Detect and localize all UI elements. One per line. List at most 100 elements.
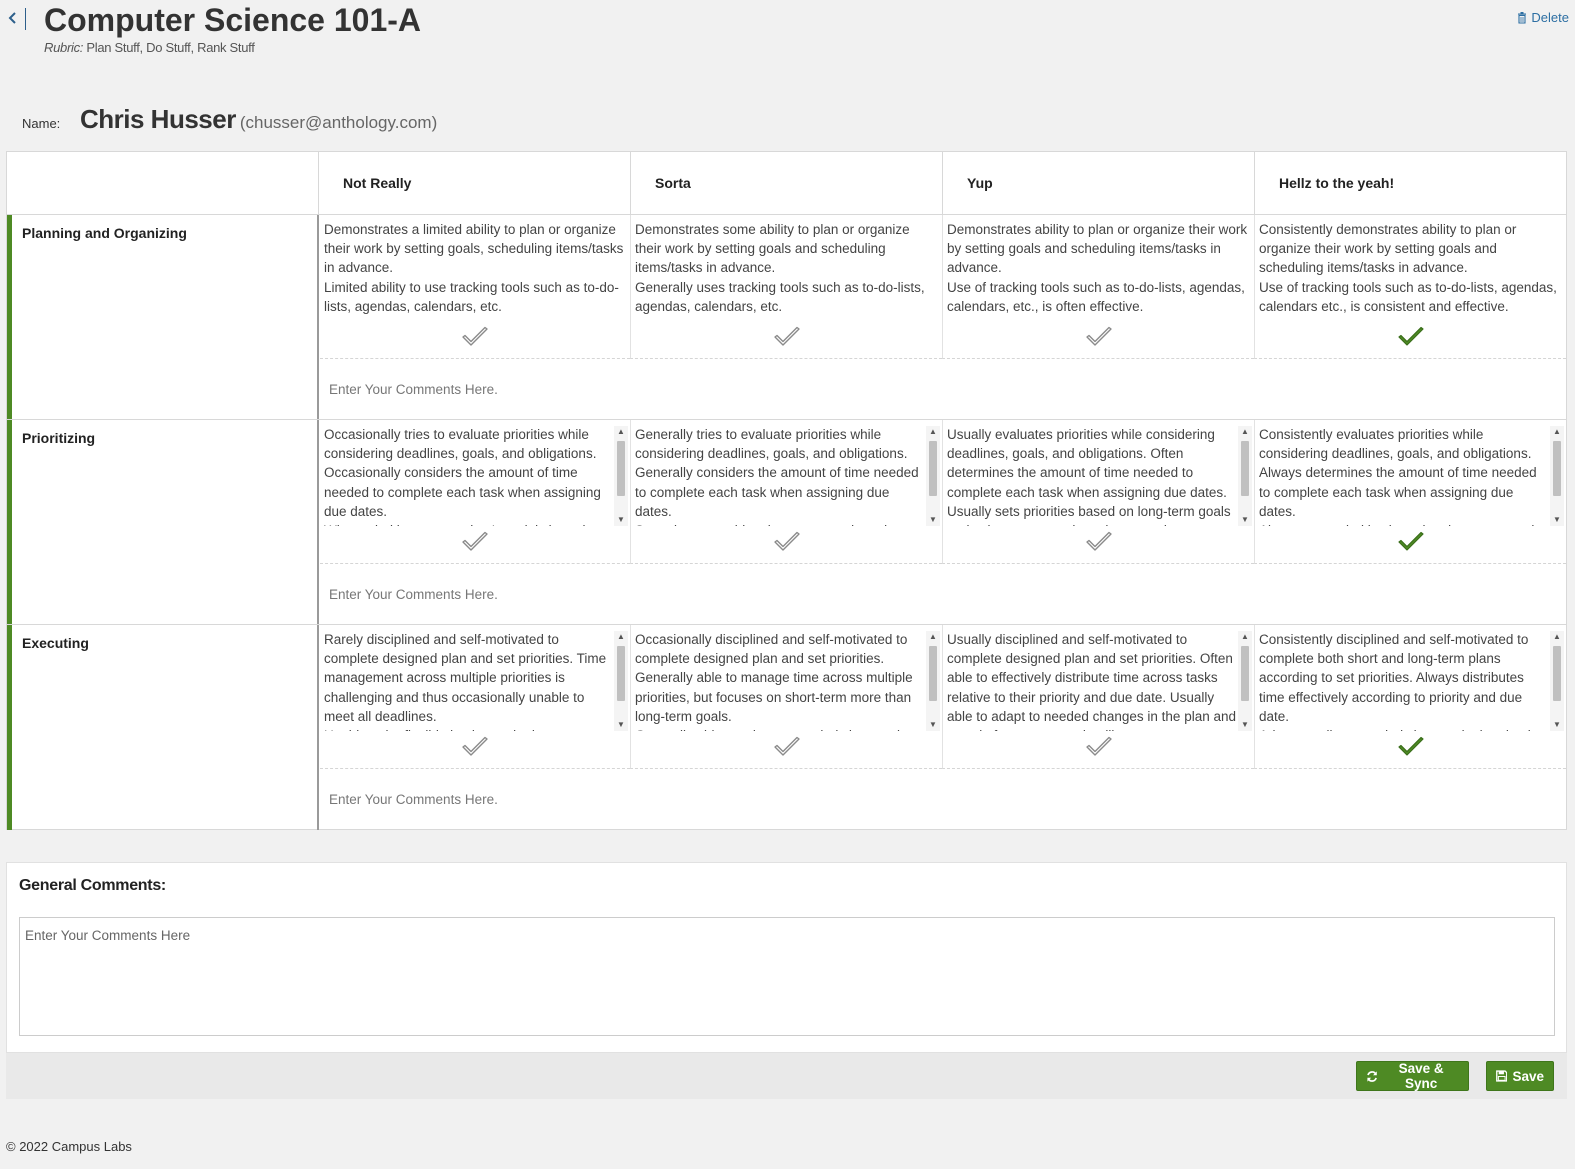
criterion-row: Prioritizing Occasionally tries to evalua… [7,420,1566,625]
scroll-down-arrow-icon[interactable]: ▼ [1238,719,1252,731]
checkmark-selected-icon[interactable] [1397,531,1425,553]
scroll-up-arrow-icon[interactable]: ▲ [1238,426,1252,438]
checkmark-icon[interactable] [773,326,801,348]
level-cell[interactable]: Demonstrates ability to plan or organize… [942,215,1254,359]
checkmark-icon[interactable] [773,531,801,553]
general-comments-title: General Comments: [19,877,166,894]
checkmark-icon[interactable] [773,736,801,758]
rubric-header-row: Not Really Sorta Yup Hellz to the yeah! [7,152,1566,215]
description-paragraph: Unable to be flexible in plan and adapt … [324,726,612,731]
delete-button[interactable]: Delete [1517,10,1569,25]
level-cell[interactable]: Consistently disciplined and self-motiva… [1254,625,1566,769]
level-description: Usually disciplined and self-motivated t… [947,630,1236,731]
scroll-down-arrow-icon[interactable]: ▼ [614,719,628,731]
level-description: Demonstrates some ability to plan or org… [635,220,938,320]
level-cell[interactable]: Usually evaluates priorities while consi… [942,420,1254,564]
description-paragraph: Adapts easily to needed changes in the p… [1259,726,1548,731]
description-scrollbar[interactable]: ▲ ▼ [614,426,628,526]
criterion-comment-input[interactable] [319,359,1566,419]
description-paragraph: Demonstrates a limited ability to plan o… [324,222,624,276]
checkmark-icon[interactable] [461,531,489,553]
checkmark-selected-icon[interactable] [1397,736,1425,758]
chevron-left-icon [8,12,16,24]
level-cell[interactable]: Demonstrates a limited ability to plan o… [320,215,630,359]
scroll-down-arrow-icon[interactable]: ▼ [926,719,940,731]
description-scrollbar[interactable]: ▲ ▼ [1238,631,1252,731]
scroll-up-arrow-icon[interactable]: ▲ [1238,631,1252,643]
description-paragraph: Generally able to adapt to needed change… [635,726,924,731]
back-button[interactable] [8,8,26,30]
description-scrollbar[interactable]: ▲ ▼ [926,426,940,526]
level-cell[interactable]: Demonstrates some ability to plan or org… [630,215,942,359]
scroll-thumb[interactable] [929,646,937,701]
description-paragraph: Consistently disciplined and self-motiva… [1259,632,1529,724]
scroll-up-arrow-icon[interactable]: ▲ [926,631,940,643]
description-paragraph: When priorities are set, they're solely … [324,521,612,526]
scroll-down-arrow-icon[interactable]: ▼ [1550,514,1564,526]
student-email: (chusser@anthology.com) [239,113,438,132]
scroll-up-arrow-icon[interactable]: ▲ [1550,631,1564,643]
general-comments-input[interactable] [19,917,1555,1036]
description-paragraph: Demonstrates some ability to plan or org… [635,222,910,276]
level-header: Hellz to the yeah! [1254,152,1566,215]
checkmark-icon[interactable] [1085,326,1113,348]
save-button[interactable]: Save [1486,1061,1554,1091]
scroll-up-arrow-icon[interactable]: ▲ [614,426,628,438]
level-cell[interactable]: Usually disciplined and self-motivated t… [942,625,1254,769]
description-scrollbar[interactable]: ▲ ▼ [1550,426,1564,526]
scroll-up-arrow-icon[interactable]: ▲ [614,631,628,643]
level-cell[interactable]: Consistently demonstrates ability to pla… [1254,215,1566,359]
scroll-thumb[interactable] [617,646,625,701]
checkmark-icon[interactable] [1085,531,1113,553]
student-name: Chris Husser [80,104,236,134]
criterion-comment-input[interactable] [319,564,1566,624]
checkmark-icon[interactable] [461,736,489,758]
scroll-thumb[interactable] [929,441,937,496]
rubric-grid: Not Really Sorta Yup Hellz to the yeah! … [6,151,1567,830]
student-name-row: Name: Chris Husser (chusser@anthology.co… [22,104,437,140]
scroll-thumb[interactable] [1241,441,1249,496]
checkmark-icon[interactable] [1085,736,1113,758]
description-paragraph: Generally tries to evaluate priorities w… [635,427,919,519]
level-cell[interactable]: Consistently evaluates priorities while … [1254,420,1566,564]
description-paragraph: Limited ability to use tracking tools su… [324,279,619,314]
scroll-down-arrow-icon[interactable]: ▼ [614,514,628,526]
level-description: Occasionally disciplined and self-motiva… [635,630,924,731]
level-description: Demonstrates ability to plan or organize… [947,220,1250,320]
level-cell[interactable]: Rarely disciplined and self-motivated to… [320,625,630,769]
save-label: Save [1512,1068,1544,1084]
checkmark-icon[interactable] [461,326,489,348]
description-scrollbar[interactable]: ▲ ▼ [1550,631,1564,731]
scroll-thumb[interactable] [1553,441,1561,496]
trash-icon [1518,11,1527,24]
rubric-name: Plan Stuff, Do Stuff, Rank Stuff [86,40,255,55]
description-scrollbar[interactable]: ▲ ▼ [926,631,940,731]
rubric-subtitle: Rubric: Plan Stuff, Do Stuff, Rank Stuff [44,40,255,55]
scroll-down-arrow-icon[interactable]: ▼ [926,514,940,526]
description-paragraph: Usually evaluates priorities while consi… [947,427,1231,526]
scroll-thumb[interactable] [1241,646,1249,701]
scroll-thumb[interactable] [617,441,625,496]
level-cell[interactable]: Occasionally tries to evaluate prioritie… [320,420,630,564]
save-and-sync-button[interactable]: Save & Sync [1356,1061,1469,1091]
checkmark-selected-icon[interactable] [1397,326,1425,348]
criterion-name: Planning and Organizing [7,215,319,419]
action-bar: Save & Sync Save [6,1053,1567,1099]
level-description: Occasionally tries to evaluate prioritie… [324,425,612,526]
scroll-up-arrow-icon[interactable]: ▲ [1550,426,1564,438]
scroll-down-arrow-icon[interactable]: ▼ [1238,514,1252,526]
level-cell[interactable]: Generally tries to evaluate priorities w… [630,420,942,564]
criterion-comment-input[interactable] [319,769,1566,829]
scroll-thumb[interactable] [1553,646,1561,701]
level-header: Yup [942,152,1254,215]
description-scrollbar[interactable]: ▲ ▼ [1238,426,1252,526]
level-cell[interactable]: Occasionally disciplined and self-motiva… [630,625,942,769]
level-description: Consistently demonstrates ability to pla… [1259,220,1562,320]
scroll-down-arrow-icon[interactable]: ▼ [1550,719,1564,731]
scroll-up-arrow-icon[interactable]: ▲ [926,426,940,438]
description-paragraph: Occasionally tries to evaluate prioritie… [324,427,601,519]
description-paragraph: Always sets priorities based on long-ter… [1259,521,1548,526]
description-scrollbar[interactable]: ▲ ▼ [614,631,628,731]
copyright: © 2022 Campus Labs [6,1139,132,1154]
rubric-label: Rubric: [44,40,84,55]
